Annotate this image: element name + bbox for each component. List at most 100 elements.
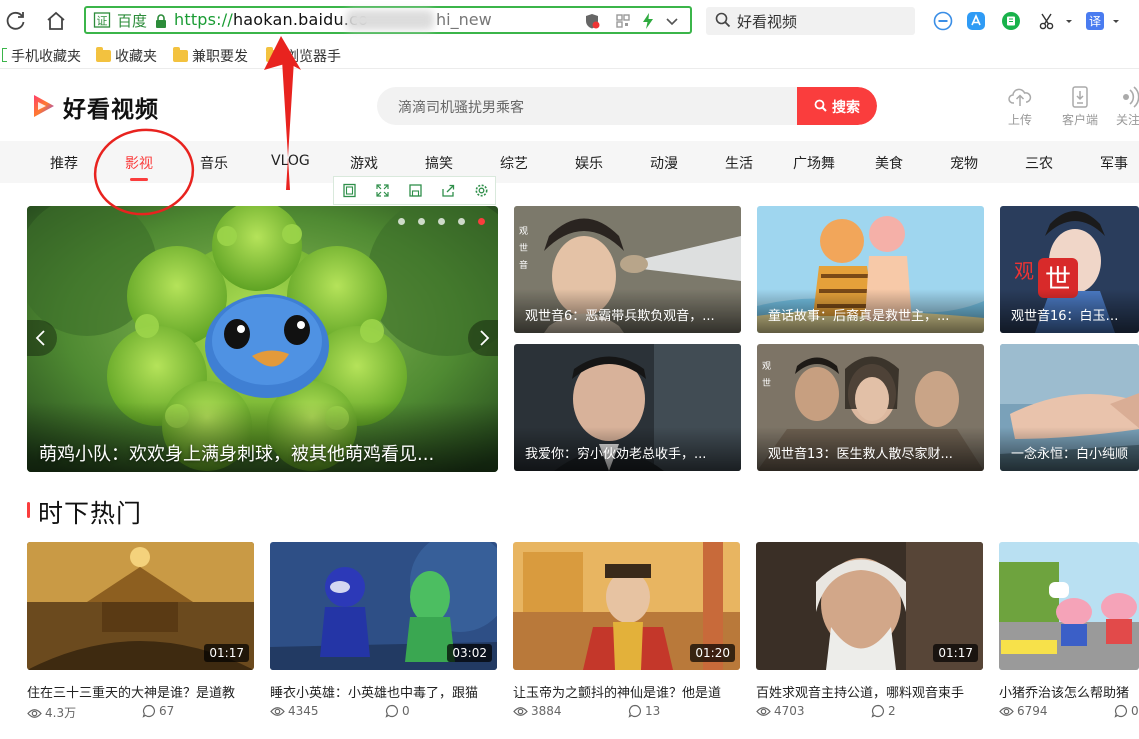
carousel-dot[interactable] bbox=[458, 218, 465, 225]
upload-label: 上传 bbox=[1007, 113, 1032, 127]
qr-code-icon[interactable] bbox=[614, 12, 632, 30]
video-tile[interactable]: 我爱你：穷小伙劝老总收手，... bbox=[514, 344, 741, 471]
category-tab[interactable]: 动漫 bbox=[650, 153, 678, 173]
video-title[interactable]: 住在三十三重天的大神是谁？是道教 bbox=[27, 682, 254, 701]
category-tab[interactable]: 游戏 bbox=[350, 153, 378, 173]
video-tile[interactable]: 童话故事：后裔真是救世主，... bbox=[757, 206, 984, 333]
chevron-down-icon[interactable] bbox=[663, 12, 681, 30]
bookmark-item[interactable]: 手机收藏夹 bbox=[2, 46, 81, 66]
pip-icon[interactable] bbox=[342, 183, 357, 198]
category-tab[interactable]: 生活 bbox=[725, 153, 753, 173]
lightning-icon[interactable] bbox=[639, 12, 657, 30]
comment-count: 0 bbox=[1114, 704, 1139, 718]
video-thumbnail[interactable]: 03:02 bbox=[270, 542, 497, 670]
category-tab[interactable]: 三农 bbox=[1025, 153, 1053, 173]
video-card[interactable]: 01:17 住在三十三重天的大神是谁？是道教 4.3万 67 bbox=[27, 542, 254, 722]
site-search-box[interactable]: 滴滴司机骚扰男乘客 搜索 bbox=[377, 87, 877, 125]
video-thumbnail[interactable]: 01:20 bbox=[513, 542, 740, 670]
carousel-dot[interactable] bbox=[398, 218, 405, 225]
book-icon[interactable] bbox=[1001, 11, 1021, 31]
view-count: 3884 bbox=[513, 704, 562, 718]
video-title[interactable]: 让玉帝为之颤抖的神仙是谁？他是道 bbox=[513, 682, 740, 701]
category-tab[interactable]: 宠物 bbox=[950, 153, 978, 173]
upload-button[interactable]: 上传 bbox=[1000, 86, 1040, 130]
view-count: 6794 bbox=[999, 704, 1048, 718]
category-tab-active[interactable]: 影视 bbox=[125, 153, 153, 173]
search-icon bbox=[814, 99, 827, 112]
folder-icon bbox=[266, 47, 281, 62]
category-tab[interactable]: 娱乐 bbox=[575, 153, 603, 173]
video-title[interactable]: 百姓求观音主持公道，哪料观音束手 bbox=[756, 682, 983, 701]
video-tile[interactable]: 观 世 观世音13：医生救人散尽家财... bbox=[757, 344, 984, 471]
site-logo-text[interactable]: 好看视频 bbox=[63, 90, 159, 124]
scissors-icon[interactable] bbox=[1037, 11, 1057, 31]
bookmark-item[interactable]: 收藏夹 bbox=[96, 46, 157, 66]
carousel-dot[interactable] bbox=[418, 218, 425, 225]
home-icon[interactable] bbox=[44, 9, 68, 33]
tile-caption: 一念永恒：白小纯顺 bbox=[1011, 447, 1129, 462]
video-card[interactable]: 03:02 睡衣小英雄：小英雄也中毒了，跟猫 4345 0 bbox=[270, 542, 497, 722]
site-search-button[interactable]: 搜索 bbox=[797, 87, 877, 125]
video-tile[interactable]: 一念永恒：白小纯顺 bbox=[1000, 344, 1139, 471]
app-store-icon[interactable] bbox=[966, 11, 986, 31]
active-tab-indicator bbox=[130, 178, 148, 181]
site-search-input[interactable]: 滴滴司机骚扰男乘客 bbox=[398, 97, 524, 117]
haokan-logo-icon[interactable] bbox=[32, 93, 56, 119]
refresh-icon[interactable] bbox=[4, 9, 28, 33]
view-count: 4.3万 bbox=[27, 704, 76, 721]
certificate-icon[interactable]: 证 bbox=[93, 11, 111, 29]
address-bar[interactable]: 证 百度 https://haokan.baidu.co hi_new bbox=[84, 6, 692, 34]
browser-search-box[interactable]: 好看视频 bbox=[706, 7, 915, 35]
video-card[interactable]: 01:20 让玉帝为之颤抖的神仙是谁？他是道 3884 13 bbox=[513, 542, 740, 722]
category-tab[interactable]: 音乐 bbox=[200, 153, 228, 173]
minus-circle-icon[interactable] bbox=[933, 11, 953, 31]
video-thumbnail[interactable] bbox=[999, 542, 1139, 670]
comment-count: 67 bbox=[142, 704, 174, 718]
carousel-dot-active[interactable] bbox=[478, 218, 485, 225]
video-title[interactable]: 睡衣小英雄：小英雄也中毒了，跟猫 bbox=[270, 682, 497, 701]
category-tab[interactable]: 推荐 bbox=[50, 153, 78, 173]
save-icon[interactable] bbox=[408, 183, 423, 198]
tile-caption: 观世音6：恶霸带兵欺负观音，... bbox=[525, 309, 715, 324]
video-tile[interactable]: 观 世 音 观世音6：恶霸带兵欺负观音，... bbox=[514, 206, 741, 333]
floating-video-tools bbox=[333, 176, 496, 205]
carousel-dot[interactable] bbox=[438, 218, 445, 225]
video-duration: 03:02 bbox=[447, 644, 492, 662]
category-tab[interactable]: 美食 bbox=[875, 153, 903, 173]
video-tile[interactable]: 世 观 观世音16：白玉瓶被 bbox=[1000, 206, 1139, 333]
dropdown-small-icon[interactable] bbox=[1107, 11, 1127, 31]
hero-caption[interactable]: 萌鸡小队：欢欢身上满身刺球，被其他萌鸡看见... bbox=[39, 440, 434, 466]
hero-carousel[interactable]: 萌鸡小队：欢欢身上满身刺球，被其他萌鸡看见... bbox=[27, 206, 498, 472]
eye-icon bbox=[999, 707, 1014, 716]
shield-block-icon[interactable] bbox=[583, 12, 601, 30]
follow-button[interactable]: 关注 bbox=[1108, 86, 1139, 130]
category-tab[interactable]: 广场舞 bbox=[793, 153, 835, 173]
svg-text:观: 观 bbox=[1014, 259, 1034, 283]
gear-icon[interactable] bbox=[474, 183, 489, 198]
client-download-button[interactable]: 客户端 bbox=[1060, 86, 1100, 130]
category-tab[interactable]: 搞笑 bbox=[425, 153, 453, 173]
dropdown-small-icon[interactable] bbox=[1060, 11, 1080, 31]
video-thumbnail[interactable]: 01:17 bbox=[27, 542, 254, 670]
bookmark-item[interactable]: 兼职要发 bbox=[173, 46, 248, 66]
category-tab[interactable]: 军事 bbox=[1100, 153, 1128, 173]
category-tab[interactable]: VLOG bbox=[271, 153, 310, 169]
bookmark-item[interactable]: 浏览器手 bbox=[266, 46, 341, 66]
video-thumbnail[interactable]: 01:17 bbox=[756, 542, 983, 670]
share-icon[interactable] bbox=[441, 183, 456, 198]
carousel-next-button[interactable] bbox=[468, 320, 498, 356]
eye-icon bbox=[513, 707, 528, 716]
fullscreen-icon[interactable] bbox=[375, 183, 390, 198]
svg-text:观: 观 bbox=[762, 361, 771, 372]
comment-count: 13 bbox=[628, 704, 660, 718]
category-tab[interactable]: 综艺 bbox=[500, 153, 528, 173]
video-title[interactable]: 小猪乔治该怎么帮助猪 bbox=[999, 682, 1139, 701]
folder-icon bbox=[96, 47, 111, 62]
video-card[interactable]: 小猪乔治该怎么帮助猪 6794 0 bbox=[999, 542, 1139, 722]
tile-caption: 观世音13：医生救人散尽家财... bbox=[768, 447, 953, 462]
video-card[interactable]: 01:17 百姓求观音主持公道，哪料观音束手 4703 2 bbox=[756, 542, 983, 722]
translate-icon[interactable]: 译 bbox=[1085, 11, 1105, 31]
video-duration: 01:20 bbox=[690, 644, 735, 662]
carousel-prev-button[interactable] bbox=[27, 320, 57, 356]
comment-icon bbox=[142, 704, 155, 718]
